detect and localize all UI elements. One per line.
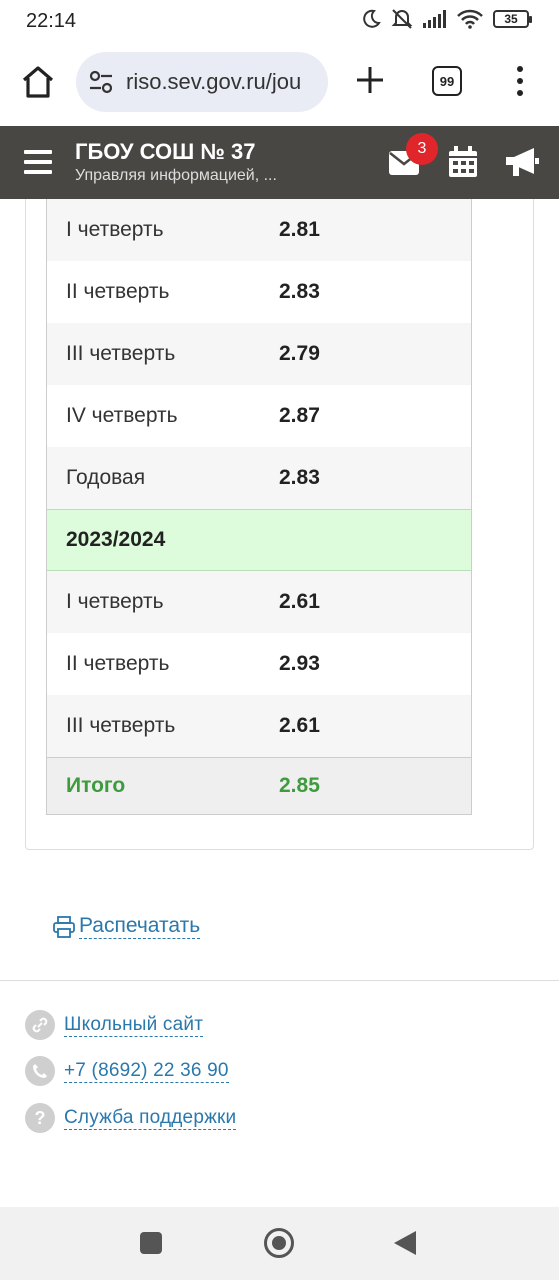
page-title: ГБОУ СОШ № 37 — [75, 139, 256, 164]
support-label: Служба поддержки — [64, 1106, 237, 1130]
period-label: I четверть — [66, 590, 164, 613]
table-row: I четверть 2.61 — [47, 571, 471, 633]
phone-label: +7 (8692) 22 36 90 — [64, 1059, 229, 1083]
school-site-link[interactable]: Школьный сайт — [25, 1010, 204, 1040]
footer-divider — [0, 980, 559, 981]
mail-unread-badge: 3 — [406, 133, 438, 165]
new-tab-icon[interactable] — [352, 62, 388, 98]
print-label: Распечатать — [79, 914, 201, 939]
grade-value: 2.83 — [279, 466, 320, 489]
total-row: Итого 2.85 — [47, 757, 471, 814]
recents-icon[interactable] — [140, 1232, 162, 1254]
period-label: II четверть — [66, 652, 170, 675]
browser-toolbar: riso.sev.gov.ru/jou 99 — [0, 40, 559, 126]
tab-switcher-button[interactable]: 99 — [432, 66, 462, 96]
grades-card: I четверть 2.81 II четверть 2.83 III чет… — [25, 199, 534, 850]
grade-value: 2.61 — [279, 714, 320, 737]
url-text: riso.sev.gov.ru/jou — [126, 69, 302, 94]
wifi-icon — [457, 9, 483, 29]
megaphone-icon[interactable] — [504, 146, 540, 178]
total-value: 2.85 — [279, 774, 320, 797]
period-label: Годовая — [66, 466, 146, 489]
printer-icon — [53, 915, 75, 938]
status-bar: 22:14 35 — [0, 0, 559, 40]
grade-value: 2.87 — [279, 404, 320, 427]
app-header: ГБОУ СОШ № 37 Управляя информацией, ... — [0, 126, 559, 199]
home-nav-icon[interactable] — [264, 1228, 294, 1258]
table-row: I четверть 2.81 — [47, 199, 471, 261]
question-icon: ? — [25, 1103, 55, 1133]
more-menu-icon[interactable] — [510, 64, 530, 98]
system-nav-bar — [0, 1207, 559, 1280]
address-bar[interactable]: riso.sev.gov.ru/jou — [76, 52, 328, 112]
phone-link[interactable]: +7 (8692) 22 36 90 — [25, 1056, 229, 1086]
period-label: I четверть — [66, 218, 164, 241]
total-label: Итого — [66, 774, 126, 797]
period-label: III четверть — [66, 714, 176, 737]
bell-muted-icon — [391, 9, 413, 29]
year-header-row: 2023/2024 — [47, 509, 471, 571]
signal-icon — [423, 10, 446, 28]
back-icon[interactable] — [394, 1231, 416, 1255]
table-row: Годовая 2.83 — [47, 447, 471, 509]
link-icon — [25, 1010, 55, 1040]
calendar-icon[interactable] — [448, 146, 478, 178]
table-row: IV четверть 2.87 — [47, 385, 471, 447]
page-subtitle: Управляя информацией, ... — [75, 167, 277, 184]
table-row: II четверть 2.93 — [47, 633, 471, 695]
period-label: IV четверть — [66, 404, 178, 427]
table-row: III четверть 2.61 — [47, 695, 471, 757]
grade-value: 2.81 — [279, 218, 320, 241]
table-row: II четверть 2.83 — [47, 261, 471, 323]
battery-icon: 35 — [493, 10, 532, 28]
table-row: III четверть 2.79 — [47, 323, 471, 385]
support-link[interactable]: ? Служба поддержки — [25, 1103, 237, 1133]
site-settings-icon[interactable] — [86, 67, 116, 97]
grade-value: 2.61 — [279, 590, 320, 613]
period-label: III четверть — [66, 342, 176, 365]
print-link[interactable]: Распечатать — [52, 914, 201, 939]
status-time: 22:14 — [26, 10, 77, 32]
grade-value: 2.79 — [279, 342, 320, 365]
moon-icon — [363, 9, 381, 28]
status-icons: 35 — [361, 8, 532, 30]
phone-icon — [25, 1056, 55, 1086]
school-year-label: 2023/2024 — [66, 528, 166, 551]
grade-value: 2.93 — [279, 652, 320, 675]
period-label: II четверть — [66, 280, 170, 303]
school-site-label: Школьный сайт — [64, 1013, 204, 1037]
hamburger-menu-icon[interactable] — [24, 150, 52, 176]
grades-table: I четверть 2.81 II четверть 2.83 III чет… — [46, 199, 472, 815]
home-icon[interactable] — [18, 62, 58, 102]
grade-value: 2.83 — [279, 280, 320, 303]
